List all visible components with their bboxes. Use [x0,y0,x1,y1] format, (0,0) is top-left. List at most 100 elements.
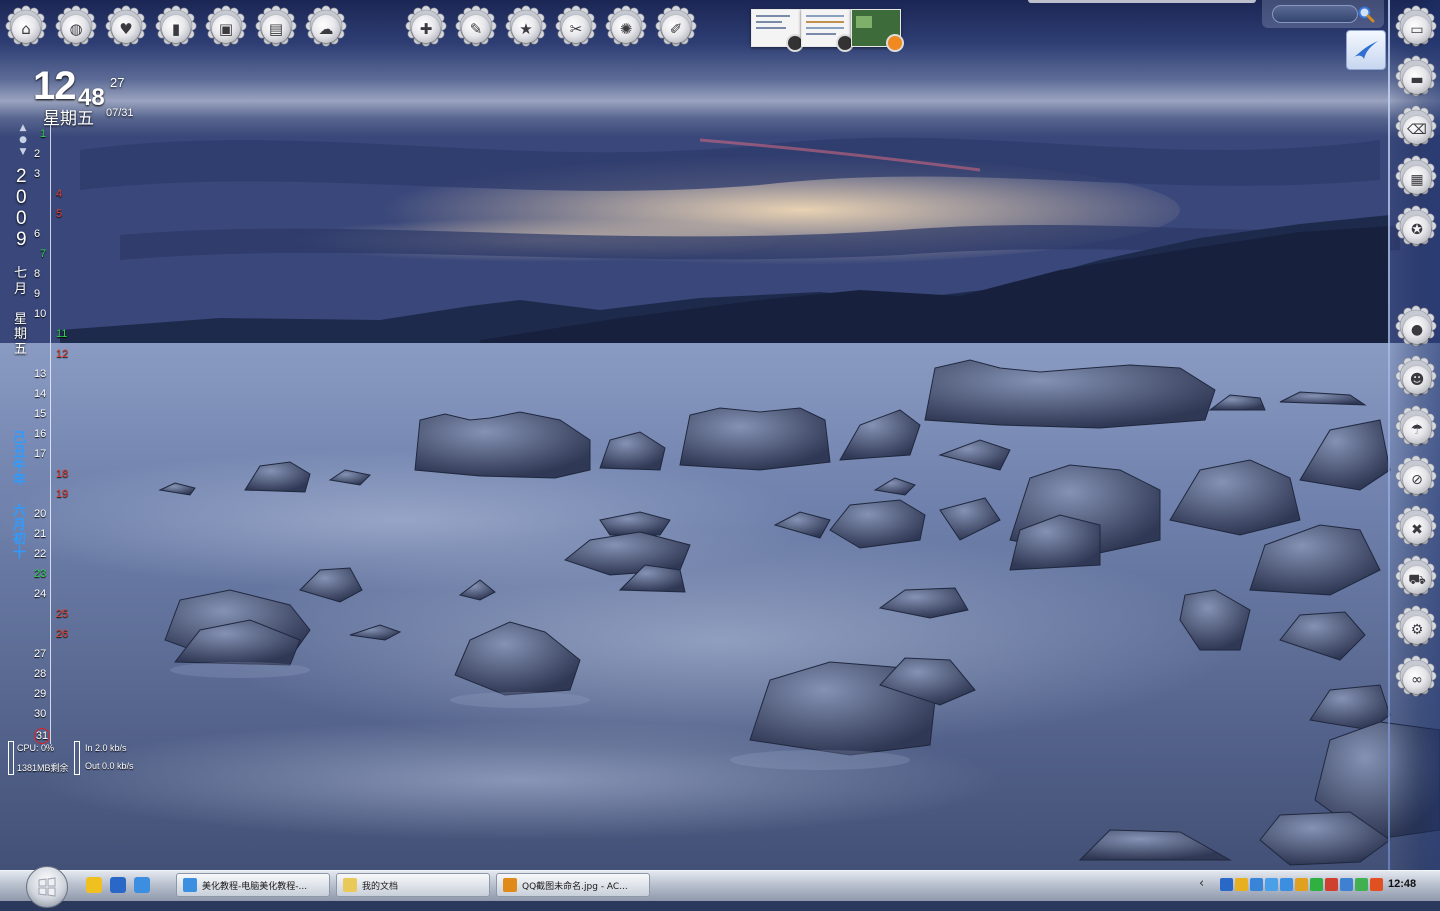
calendar-lunar-year-char: 己 [13,431,27,446]
calendar-nav-arrows[interactable]: ▲ ● ▼ [17,122,29,160]
calendar-day[interactable]: 15 [34,408,54,420]
calendar-day[interactable]: 29 [34,688,54,700]
calendar-day[interactable]: 5 [56,208,76,220]
tray-penguin-icon[interactable] [1235,878,1248,891]
calendar-day[interactable]: 19 [56,488,76,500]
v-app-icon[interactable] [86,877,102,893]
bar-chart-icon: ▮ [162,15,190,43]
clock-hour: 12 [33,64,76,108]
cart-button[interactable]: ⛟ [1394,554,1438,598]
calendar-day[interactable]: 2 [34,148,54,160]
tray-antivirus-icon[interactable] [1355,878,1368,891]
tray-ie-icon[interactable] [1280,878,1293,891]
task-app-icon [503,878,517,892]
tray-shield-icon[interactable] [1295,878,1308,891]
calendar-day[interactable]: 23 [34,568,54,580]
calendar-year-digit: 0 [16,208,27,229]
tray-network-icon[interactable] [1250,878,1263,891]
calendar-day[interactable]: 26 [56,628,76,640]
calculator-button[interactable]: ▦ [1394,154,1438,198]
side-dock-divider [1388,0,1390,870]
puzzle-button[interactable]: ✚ [404,4,448,48]
calendar-day[interactable]: 14 [34,388,54,400]
pin-button[interactable]: ✐ [654,4,698,48]
tray-volume-icon[interactable] [1265,878,1278,891]
calendar-day[interactable]: 4 [56,188,76,200]
pencil-button[interactable]: ✎ [454,4,498,48]
calendar-day[interactable]: 3 [34,168,54,180]
scissors-button[interactable]: ✂ [554,4,598,48]
memory-free: 1381MB剩余 [17,763,69,773]
umbrella-button[interactable]: ☂ [1394,404,1438,448]
speech-bubble-button[interactable]: ☁ [304,4,348,48]
lightbulb-button[interactable]: ● [1394,304,1438,348]
calendar-day[interactable]: 25 [56,608,76,620]
trash-button[interactable]: ⌫ [1394,104,1438,148]
calendar-day[interactable]: 21 [34,528,54,540]
task-app-icon [343,878,357,892]
calendar-day[interactable]: 6 [34,228,54,240]
ipod-button[interactable]: ▣ [204,4,248,48]
heart-button[interactable]: ♥ [104,4,148,48]
umbrella-icon: ☂ [1403,416,1431,444]
folder-button[interactable]: ▬ [1394,54,1438,98]
calendar-day[interactable]: 11 [56,328,76,340]
calendar-day[interactable]: 9 [34,288,54,300]
globe-button[interactable]: ◍ [54,4,98,48]
users-button[interactable]: ☻ [1394,354,1438,398]
tray-security-icon[interactable] [1325,878,1338,891]
calendar-day[interactable]: 12 [56,348,76,360]
calendar-day[interactable]: 27 [34,648,54,660]
star-button[interactable]: ★ [504,4,548,48]
calendar-day[interactable]: 17 [34,448,54,460]
tray-qq-icon[interactable] [1220,878,1233,891]
calendar-day[interactable]: 10 [34,308,54,320]
tray-green-icon[interactable] [1310,878,1323,891]
calendar-day[interactable]: 20 [34,508,54,520]
calendar-lunar-day-char: 初 [13,532,27,547]
award-button[interactable]: ✪ [1394,204,1438,248]
taskbar-task-button[interactable]: 美化教程-电脑美化教程-... [176,873,330,897]
tray-cloud-icon[interactable] [1340,878,1353,891]
window-thumbnail-2[interactable] [801,9,854,52]
calendar-day[interactable]: 16 [34,428,54,440]
binoculars-button[interactable]: ∞ [1394,654,1438,698]
badge-button[interactable]: ✺ [604,4,648,48]
desktop-wallpaper [0,0,1440,900]
close-button[interactable]: ✖ [1394,504,1438,548]
calendar-day[interactable]: 30 [34,708,54,720]
swift-bird-icon[interactable] [1346,30,1386,70]
document-button[interactable]: ▤ [254,4,298,48]
tray-expand-icon[interactable]: ‹ [1199,876,1204,891]
calendar-day[interactable]: 13 [34,368,54,380]
no-entry-button[interactable]: ⊘ [1394,454,1438,498]
window-thumbnail-3[interactable] [851,9,904,52]
lightbulb-icon: ● [1403,316,1431,344]
trash-icon: ⌫ [1403,116,1431,144]
taskbar-task-button[interactable]: 我的文档 [336,873,490,897]
calendar-day[interactable]: 8 [34,268,54,280]
start-button[interactable] [26,866,68,908]
search-input[interactable] [1272,5,1358,23]
calendar-day[interactable]: 7 [40,248,60,260]
calendar-day[interactable]: 24 [34,588,54,600]
monitor-button[interactable]: ▭ [1394,4,1438,48]
calendar-weekday-char: 五 [14,342,28,357]
taskbar-task-button[interactable]: QQ截图未命名.jpg - AC... [496,873,650,897]
bar-chart-button[interactable]: ▮ [154,4,198,48]
home-icon: ⌂ [12,15,40,43]
calendar-year-digit: 2 [16,166,27,187]
search-icon[interactable] [1357,5,1375,23]
calendar-day[interactable]: 1 [40,128,60,140]
ie-icon[interactable] [134,877,150,893]
calendar-day[interactable]: 22 [34,548,54,560]
calendar-day-today[interactable]: 31 [34,728,50,744]
calendar-day[interactable]: 28 [34,668,54,680]
show-desktop-icon[interactable] [110,877,126,893]
tray-ime-icon[interactable] [1370,878,1383,891]
tray-clock[interactable]: 12:48 [1388,878,1416,890]
window-thumbnail-1[interactable] [751,9,804,52]
calendar-day[interactable]: 18 [56,468,76,480]
home-button[interactable]: ⌂ [4,4,48,48]
settings-button[interactable]: ⚙ [1394,604,1438,648]
